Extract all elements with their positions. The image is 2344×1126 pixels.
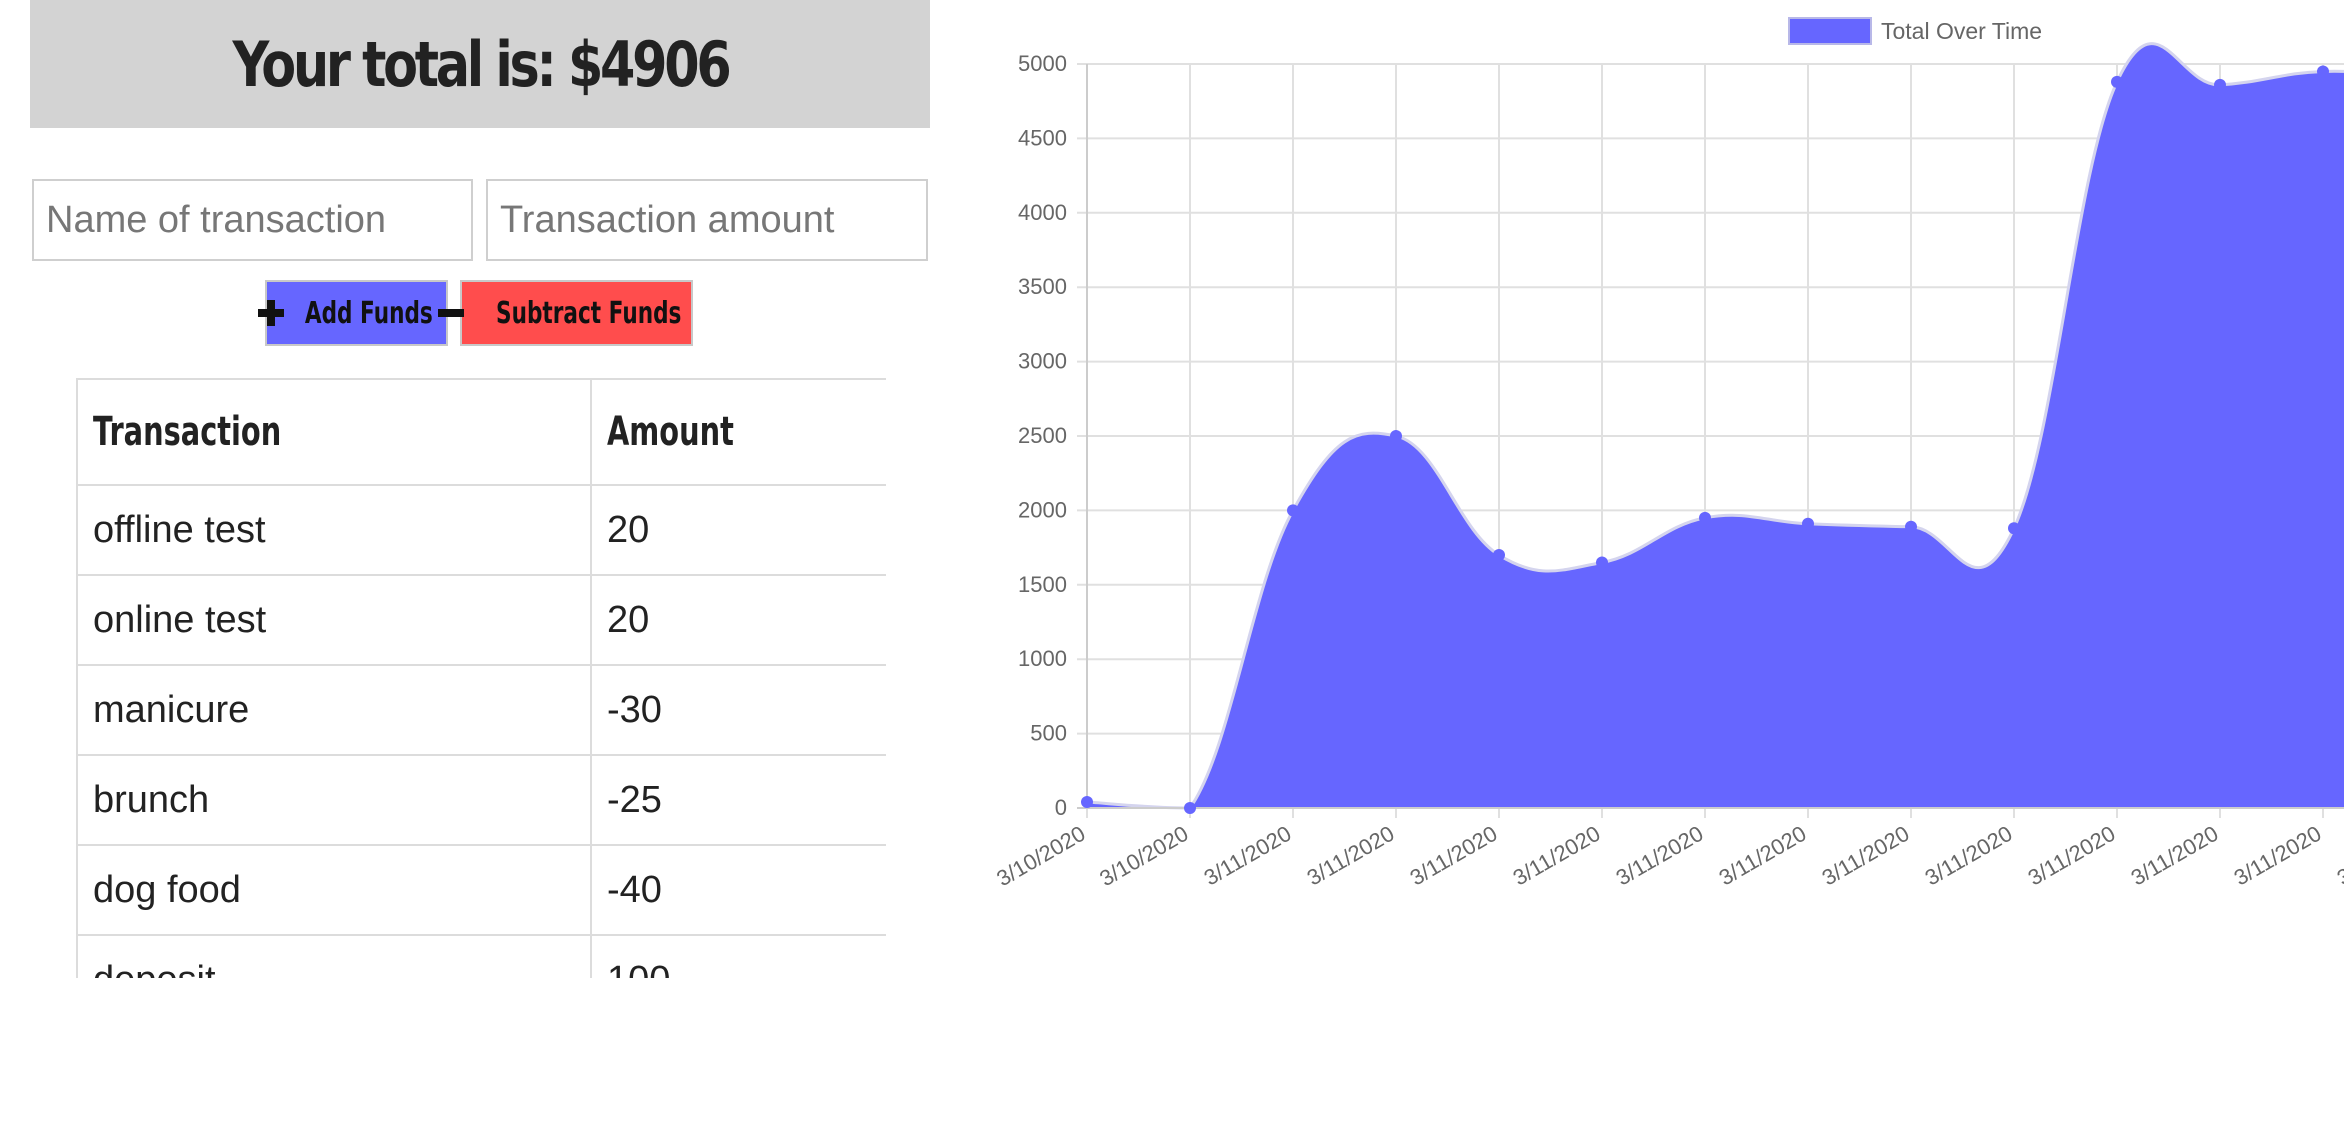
y-tick-label: 1500 bbox=[1018, 572, 1067, 597]
y-tick-label: 500 bbox=[1030, 721, 1067, 746]
transaction-name-cell: brunch bbox=[76, 754, 592, 846]
data-point bbox=[2008, 522, 2020, 535]
data-point bbox=[1905, 520, 1917, 533]
transaction-name-cell: manicure bbox=[76, 664, 592, 756]
total-banner: Your total is: $4906 bbox=[30, 0, 930, 128]
x-tick-label: 3/11/2020 bbox=[2333, 821, 2344, 891]
add-funds-button[interactable]: Add Funds bbox=[257, 280, 448, 346]
transaction-amount-cell: -30 bbox=[590, 664, 886, 756]
data-point bbox=[1802, 517, 1814, 530]
y-tick-label: 1000 bbox=[1018, 646, 1067, 671]
y-tick-label: 0 bbox=[1055, 795, 1067, 820]
x-tick-label: 3/11/2020 bbox=[2230, 821, 2326, 891]
add-funds-label: Add Funds bbox=[304, 295, 433, 331]
transaction-name-cell: dog food bbox=[76, 844, 592, 936]
x-tick-label: 3/10/2020 bbox=[992, 821, 1089, 892]
data-point bbox=[1699, 511, 1711, 524]
subtract-funds-label: Subtract Funds bbox=[495, 295, 682, 331]
table-row: manicure -30 bbox=[76, 664, 886, 756]
total-over-time-chart: 0 500 1000 1500 2000 2500 3000 3500 4000 4500 5000… bbox=[992, 17, 2344, 892]
plus-icon bbox=[256, 298, 286, 328]
table-row: dog food -40 bbox=[76, 844, 886, 936]
column-header-amount: Amount bbox=[590, 378, 886, 486]
table-row: online test 20 bbox=[76, 574, 886, 666]
y-tick-label: 4000 bbox=[1018, 200, 1067, 225]
column-header-transaction: Transaction bbox=[76, 378, 592, 486]
data-point bbox=[1390, 430, 1402, 442]
table-row: deposit 100 bbox=[76, 934, 886, 978]
table-row: brunch -25 bbox=[76, 754, 886, 846]
x-tick-label: 3/11/2020 bbox=[2024, 821, 2120, 891]
data-point bbox=[1493, 549, 1505, 562]
x-tick-label: 3/11/2020 bbox=[1921, 821, 2017, 891]
transaction-amount-cell: -25 bbox=[590, 754, 886, 846]
subtract-funds-button[interactable]: Subtract Funds bbox=[437, 280, 693, 346]
y-tick-label: 4500 bbox=[1018, 125, 1067, 150]
area-fill bbox=[1087, 43, 2344, 808]
x-tick-label: 3/11/2020 bbox=[1200, 821, 1296, 891]
transactions-table: Transaction Amount offline test 20 onlin… bbox=[76, 378, 886, 978]
transaction-amount-input[interactable] bbox=[486, 179, 928, 261]
data-point bbox=[1184, 802, 1196, 814]
x-tick-label: 3/11/2020 bbox=[1509, 821, 1605, 891]
transaction-name-cell: deposit bbox=[76, 934, 592, 978]
data-point bbox=[2111, 75, 2123, 88]
transaction-amount-cell: 100 bbox=[590, 934, 886, 978]
x-tick-label: 3/11/2020 bbox=[1406, 821, 1502, 891]
table-row: offline test 20 bbox=[76, 484, 886, 576]
table-header-row: Transaction Amount bbox=[76, 378, 886, 486]
legend-label: Total Over Time bbox=[1881, 18, 2042, 44]
data-point bbox=[1596, 556, 1608, 569]
x-tick-label: 3/11/2020 bbox=[1715, 821, 1811, 891]
x-tick-label: 3/11/2020 bbox=[1612, 821, 1708, 891]
transaction-name-cell: online test bbox=[76, 574, 592, 666]
y-tick-label: 5000 bbox=[1018, 51, 1067, 76]
transaction-name-cell: offline test bbox=[76, 484, 592, 576]
transaction-amount-cell: -40 bbox=[590, 844, 886, 936]
data-point bbox=[2317, 65, 2329, 78]
data-point bbox=[1081, 796, 1093, 809]
x-tick-label: 3/11/2020 bbox=[1818, 821, 1914, 891]
x-tick-label: 3/11/2020 bbox=[2127, 821, 2223, 891]
data-point bbox=[1287, 504, 1299, 517]
y-tick-label: 3500 bbox=[1018, 274, 1067, 299]
y-tick-label: 2500 bbox=[1018, 423, 1067, 448]
total-heading: Your total is: $4906 bbox=[231, 27, 731, 101]
transactions-table-container: Transaction Amount offline test 20 onlin… bbox=[76, 378, 886, 978]
x-tick-label: 3/10/2020 bbox=[1095, 821, 1192, 892]
data-point bbox=[2214, 78, 2226, 91]
x-tick-label: 3/11/2020 bbox=[1303, 821, 1399, 891]
transaction-amount-cell: 20 bbox=[590, 574, 886, 666]
transaction-amount-cell: 20 bbox=[590, 484, 886, 576]
y-tick-label: 2000 bbox=[1018, 497, 1067, 522]
transaction-name-input[interactable] bbox=[32, 179, 473, 261]
minus-icon bbox=[436, 298, 466, 328]
y-tick-label: 3000 bbox=[1018, 349, 1067, 374]
legend-swatch bbox=[1788, 17, 1872, 45]
